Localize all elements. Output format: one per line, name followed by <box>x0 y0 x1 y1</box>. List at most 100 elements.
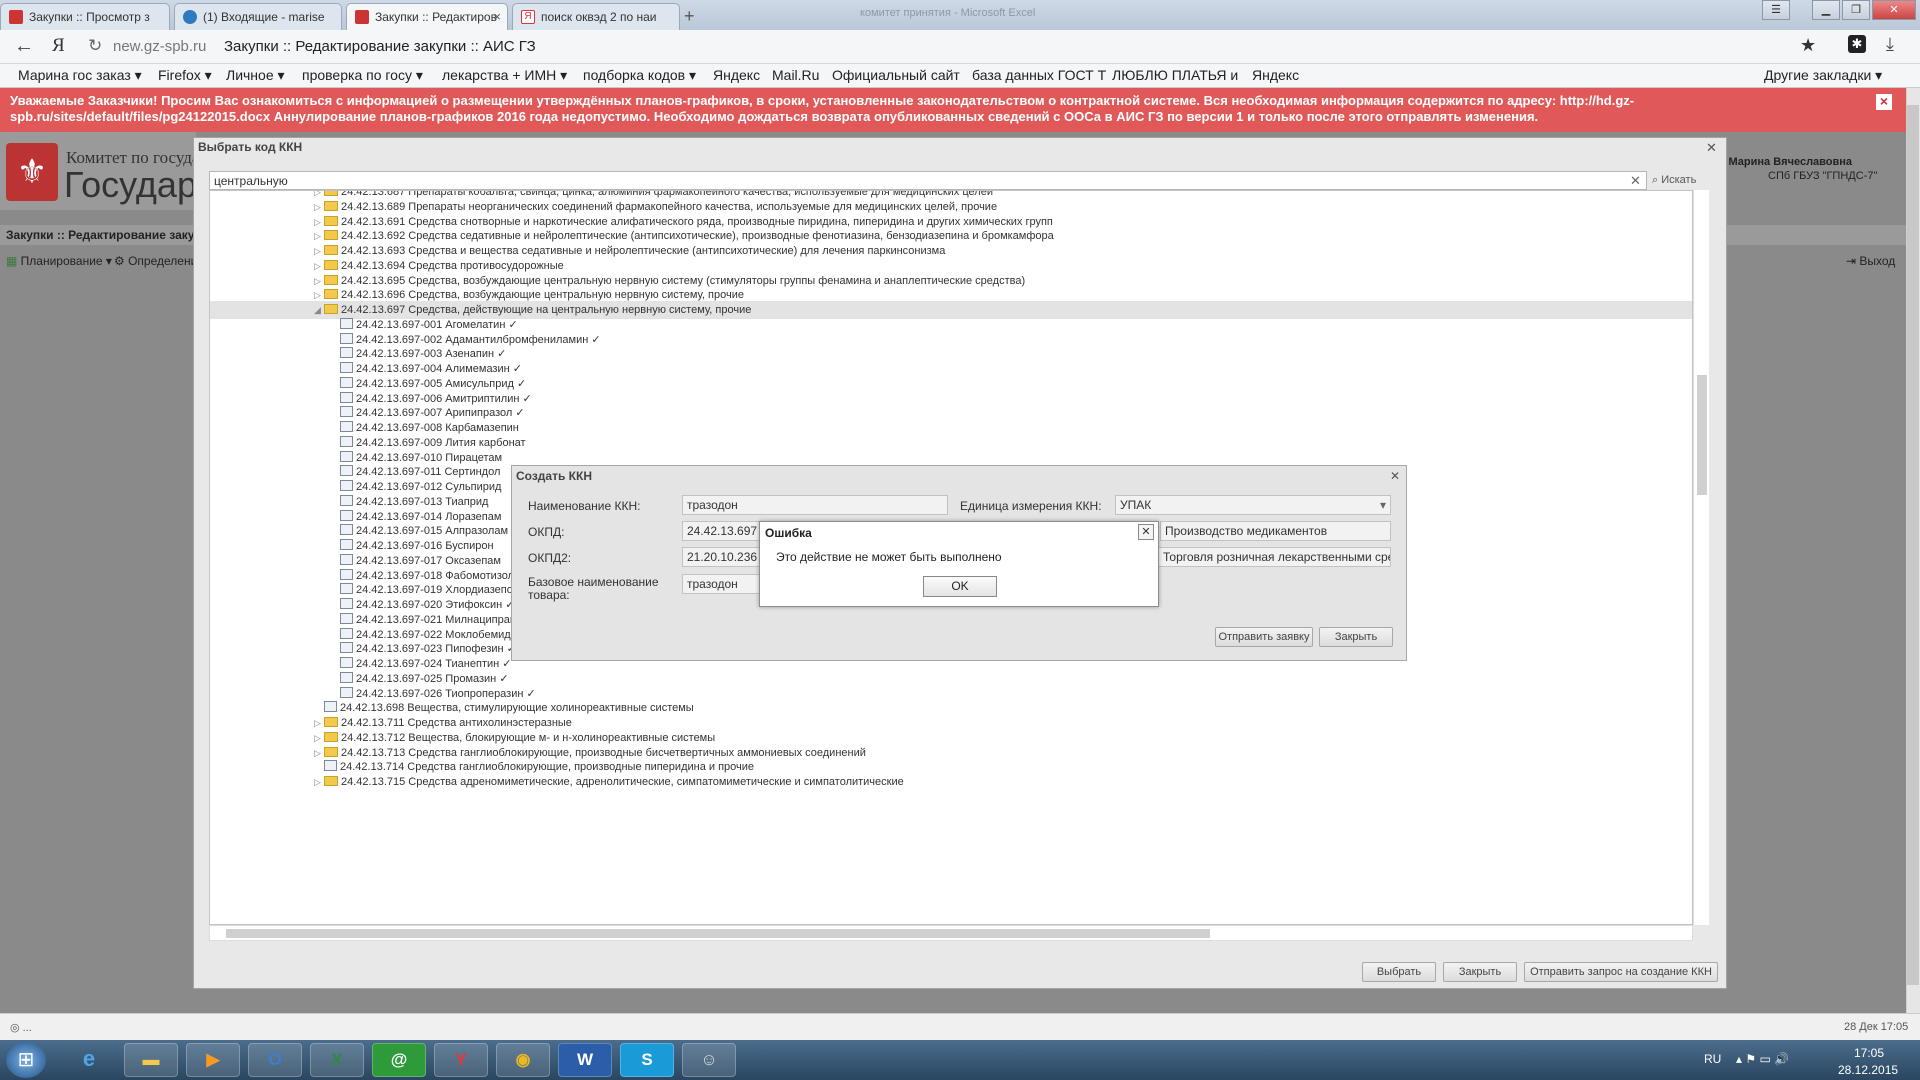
folder-icon <box>324 731 338 742</box>
close-window-icon[interactable]: ✕ <box>1872 0 1916 20</box>
language-indicator[interactable]: RU <box>1704 1052 1721 1066</box>
search-input[interactable] <box>209 171 1647 190</box>
folder-icon <box>324 191 338 196</box>
tree-item-label: 24.42.13.697-025 Промазин ✓ <box>356 672 509 685</box>
base-name-field[interactable]: тразодон <box>682 574 762 594</box>
bookmark-item[interactable]: Личное ▾ <box>226 67 285 84</box>
okpd2-label: ОКПД2: <box>528 551 572 565</box>
tab-2[interactable]: (1) Входящие - marise <box>174 3 342 30</box>
word-icon[interactable]: W <box>558 1043 612 1077</box>
clear-icon[interactable]: ✕ <box>1630 173 1641 189</box>
tree-item-label: 24.42.13.698 Вещества, стимулирующие хол… <box>340 702 694 715</box>
bookmark-item[interactable]: подборка кодов ▾ <box>583 67 696 84</box>
tree-item-label: 24.42.13.689 Препараты неорганических со… <box>341 200 998 213</box>
bookmark-item[interactable]: Яндекс <box>1252 67 1299 83</box>
menu-icon[interactable]: ☰ <box>1762 0 1790 20</box>
tab-4[interactable]: Япоиск оквэд 2 по наи <box>512 3 680 30</box>
request-kkn-button[interactable]: Отправить запрос на создание ККН <box>1524 962 1718 982</box>
document-icon <box>324 760 337 772</box>
tree-scrollbar-thumb[interactable] <box>1697 375 1707 495</box>
close-icon[interactable]: ✕ <box>1706 140 1717 156</box>
app-icon[interactable]: ☺ <box>682 1043 736 1077</box>
bookmark-item[interactable]: проверка по госу ▾ <box>302 67 423 84</box>
media-player-icon[interactable]: ▶ <box>186 1043 240 1077</box>
maximize-icon[interactable]: ❐ <box>1842 0 1870 20</box>
exit-button[interactable]: ⇥ Выход <box>1846 254 1895 268</box>
okpd2-field[interactable]: 21.20.10.236 <box>682 547 762 567</box>
folder-icon <box>324 717 338 727</box>
bookmark-star-icon[interactable]: ★ <box>1800 35 1816 56</box>
clock-time[interactable]: 17:05 <box>1854 1046 1884 1060</box>
skype-icon[interactable]: S <box>620 1043 674 1077</box>
clock-date[interactable]: 28.12.2015 <box>1838 1063 1898 1077</box>
reload-icon[interactable]: ↻ <box>88 36 102 56</box>
folder-icon <box>324 245 338 255</box>
tree-scrollbar[interactable] <box>1693 190 1709 925</box>
unit-label: Единица измерения ККН: <box>960 499 1102 513</box>
tree-hscrollbar-thumb[interactable] <box>226 929 1210 938</box>
favicon-icon <box>183 10 197 24</box>
bookmark-item[interactable]: Firefox ▾ <box>158 67 212 84</box>
bookmark-item[interactable]: лекарства + ИМН ▾ <box>442 67 567 84</box>
bookmark-item[interactable]: Официальный сайт <box>832 67 960 83</box>
new-tab-button[interactable]: + <box>684 6 695 27</box>
menu-planning[interactable]: ▦ Планирование ▾ <box>6 254 112 268</box>
chevron-down-icon[interactable]: ▾ <box>1380 498 1386 512</box>
okpd-field[interactable]: 24.42.13.697 <box>682 521 762 541</box>
explorer-icon[interactable]: ▬ <box>124 1043 178 1077</box>
favicon-icon: Я <box>521 10 535 24</box>
mail-agent-icon[interactable]: @ <box>372 1043 426 1077</box>
tree-item-label: 24.42.13.697-020 Этифоксин ✓ <box>356 599 515 611</box>
tree-folder-item[interactable]: ▷ 24.42.13.715 Средства адреномиметически… <box>210 773 1692 791</box>
tree-item-label: 24.42.13.697 Средства, действующие на це… <box>341 304 752 316</box>
error-message: Это действие не может быть выполнено <box>776 550 1002 564</box>
expand-icon[interactable]: ▷ <box>314 773 324 791</box>
tree-item-label: 24.42.13.714 Средства ганглиоблокирующие… <box>340 761 755 774</box>
bookmark-item[interactable]: база данных ГОСТ Т <box>972 67 1106 83</box>
document-icon <box>340 686 353 698</box>
select-button[interactable]: Выбрать <box>1362 962 1436 982</box>
tab-1[interactable]: Закупки :: Просмотр з <box>0 3 170 30</box>
yandex-browser-icon[interactable]: Y <box>434 1043 488 1077</box>
url-title[interactable]: Закупки :: Редактирование закупки :: АИС… <box>224 38 536 55</box>
ok-button[interactable]: OK <box>923 576 997 597</box>
download-icon[interactable]: ⤓ <box>1886 34 1894 55</box>
yandex-icon[interactable]: Я <box>52 35 65 57</box>
close-button[interactable]: Закрыть <box>1443 962 1517 982</box>
minimize-icon[interactable]: ▁ <box>1812 0 1840 20</box>
grid-icon: ▦ <box>6 254 21 268</box>
back-icon[interactable]: ← <box>14 35 34 58</box>
bookmark-item[interactable]: Mail.Ru <box>772 67 819 83</box>
close-icon[interactable]: ✕ <box>1138 524 1154 540</box>
name-field[interactable]: тразодон <box>682 495 948 515</box>
tree-item-label: 24.42.13.693 Средства и вещества седатив… <box>341 245 946 257</box>
search-button[interactable]: ⌕ Искать <box>1652 174 1696 187</box>
url-host[interactable]: new.gz-spb.ru <box>113 38 206 55</box>
folder-icon <box>324 259 338 270</box>
outlook-icon[interactable]: O <box>248 1043 302 1077</box>
page-scrollbar-thumb[interactable] <box>1907 105 1919 985</box>
bookmark-item[interactable]: Яндекс <box>713 67 760 83</box>
tab-3-active[interactable]: Закупки :: Редактиров × <box>346 3 508 30</box>
close-tab-icon[interactable]: × <box>493 9 501 24</box>
other-bookmarks[interactable]: Другие закладки ▾ <box>1764 67 1882 84</box>
extension-icon[interactable]: ✱ <box>1848 35 1866 53</box>
tree-item-label: 24.42.13.697-007 Арипипразол ✓ <box>356 407 525 420</box>
bookmark-item[interactable]: Марина гос заказ ▾ <box>18 67 142 84</box>
close-icon[interactable]: × <box>1876 94 1892 110</box>
menu-define[interactable]: ⚙ Определени <box>114 254 197 268</box>
start-button[interactable]: ⊞ <box>6 1042 46 1078</box>
close-button[interactable]: Закрыть <box>1319 627 1393 647</box>
unit-select[interactable]: УПАК ▾ <box>1115 495 1391 515</box>
ie-icon[interactable]: e <box>62 1043 116 1077</box>
document-icon <box>340 317 353 329</box>
document-icon <box>340 568 353 580</box>
chrome-icon[interactable]: ◉ <box>496 1043 550 1077</box>
close-icon[interactable]: ✕ <box>1390 469 1400 483</box>
excel-icon[interactable]: X <box>310 1043 364 1077</box>
send-request-button[interactable]: Отправить заявку <box>1215 627 1313 647</box>
tray-icons[interactable]: ▴ ⚑ ▭ 🔊 <box>1736 1052 1789 1066</box>
bookmark-item[interactable]: ЛЮБЛЮ ПЛАТЬЯ и <box>1112 67 1238 83</box>
status-date: 28 Дек 17:05 <box>1844 1021 1909 1033</box>
favicon-icon <box>9 10 23 24</box>
